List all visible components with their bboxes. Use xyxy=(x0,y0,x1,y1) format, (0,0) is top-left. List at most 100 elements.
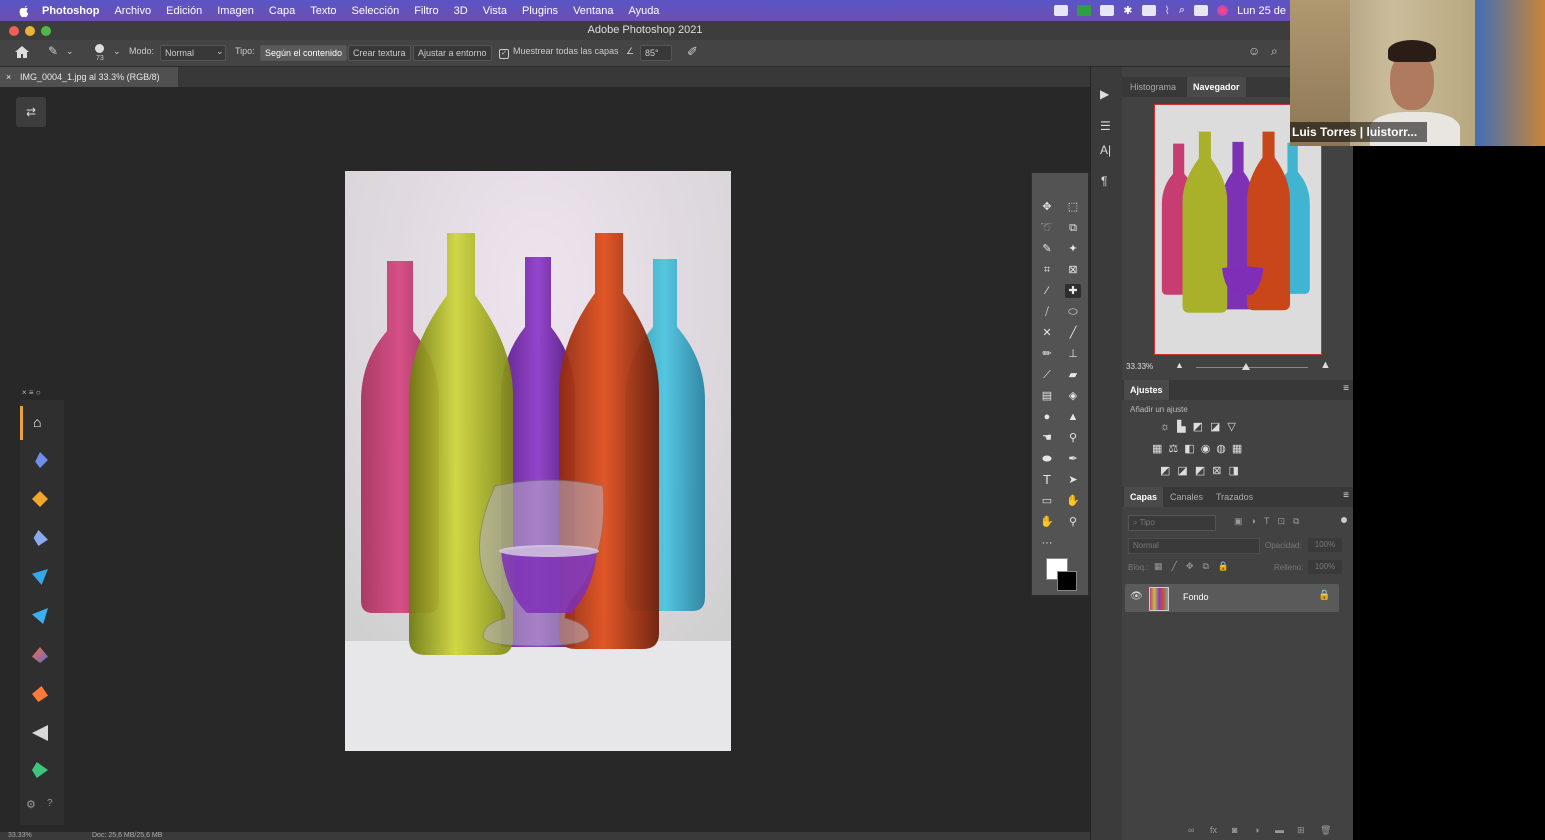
siri-icon[interactable] xyxy=(1217,5,1229,16)
close-window-button[interactable] xyxy=(9,26,19,36)
brush-tool-icon[interactable]: ╱ xyxy=(1065,326,1081,340)
plugin-tool-white-icon[interactable] xyxy=(32,725,48,741)
navigator-zoom-slider[interactable] xyxy=(1196,367,1308,368)
content-aware-move-icon[interactable]: ✕ xyxy=(1039,326,1055,340)
sharpen-tool-icon[interactable]: ▲ xyxy=(1065,410,1081,424)
plugin-tool-gradient-icon[interactable] xyxy=(32,647,48,663)
layers-menu-icon[interactable]: ≡ xyxy=(1343,490,1349,501)
paragraph-icon[interactable]: ¶ xyxy=(1101,174,1107,188)
fx-icon[interactable]: fx xyxy=(1210,825,1217,835)
plugin-gear-icon[interactable]: ⚙ xyxy=(26,798,36,811)
filter-toggle-icon[interactable] xyxy=(1341,517,1347,523)
plugin-tool-lightblue-icon[interactable] xyxy=(33,530,48,546)
adjustments-menu-icon[interactable]: ≡ xyxy=(1343,383,1349,394)
healing-brush-tool-icon[interactable]: ✚ xyxy=(1065,284,1081,298)
background-color-swatch[interactable] xyxy=(1057,571,1077,591)
lock-transparent-icon[interactable]: ▦ xyxy=(1154,561,1172,571)
add-mask-icon[interactable]: ◙ xyxy=(1232,825,1237,835)
delete-layer-icon[interactable]: 🗑 xyxy=(1320,825,1331,836)
home-icon[interactable] xyxy=(14,45,30,59)
tab-channels[interactable]: Canales xyxy=(1164,487,1209,507)
type-create-texture-button[interactable]: Crear textura xyxy=(348,45,411,61)
menu-ayuda[interactable]: Ayuda xyxy=(628,5,659,17)
smart-filter-icon[interactable]: ⧉ xyxy=(1293,516,1307,526)
magic-wand-tool-icon[interactable]: ✦ xyxy=(1065,242,1081,256)
visibility-eye-icon[interactable]: 👁 xyxy=(1130,591,1143,602)
smudge-tool-icon[interactable]: ☚ xyxy=(1039,431,1055,445)
brush-picker-chevron-icon[interactable]: ⌄ xyxy=(113,46,121,57)
type-content-aware-button[interactable]: Según el contenido xyxy=(260,45,348,61)
shape-filter-icon[interactable]: ⊡ xyxy=(1277,516,1293,526)
search-icon[interactable]: ⌕ xyxy=(1271,44,1278,59)
clone-stamp-tool-icon[interactable]: ⊥ xyxy=(1065,347,1081,361)
menu-app-name[interactable]: Photoshop xyxy=(42,5,99,17)
document-tab[interactable]: × IMG_0004_1.jpg al 33.3% (RGB/8) xyxy=(0,67,178,87)
new-layer-icon[interactable]: ⊞ xyxy=(1297,825,1305,836)
share-user-icon[interactable]: ☺ xyxy=(1248,44,1260,58)
crop-tool-icon[interactable]: ⌗ xyxy=(1039,263,1055,277)
layer-filter-search[interactable]: ⌕ Tipo xyxy=(1128,515,1216,531)
patch-tool-icon[interactable]: ⬭ xyxy=(1065,305,1081,319)
more-tools-icon[interactable]: ··· xyxy=(1039,536,1055,550)
exposure-icon[interactable]: ◪ xyxy=(1210,421,1227,433)
adjustment-filter-icon[interactable]: ◑ xyxy=(1251,516,1264,526)
tool-preset-chevron-icon[interactable]: ⌄ xyxy=(66,46,74,57)
blend-mode-select[interactable]: Normal xyxy=(1128,538,1260,554)
zoom-out-icon[interactable]: ▲ xyxy=(1175,360,1184,370)
photo-filter-icon[interactable]: ◉ xyxy=(1201,443,1217,455)
history-brush-tool-icon[interactable]: ⟋ xyxy=(1039,368,1055,382)
apple-icon[interactable] xyxy=(16,4,32,18)
levels-icon[interactable]: ▙ xyxy=(1177,421,1192,433)
blur-tool-icon[interactable]: ● xyxy=(1039,410,1055,424)
menu-imagen[interactable]: Imagen xyxy=(217,5,254,17)
clock[interactable]: Lun 25 de xyxy=(1237,5,1286,17)
fill-field[interactable]: 100% xyxy=(1308,560,1342,574)
properties-icon[interactable]: ☰ xyxy=(1100,119,1111,133)
menu-texto[interactable]: Texto xyxy=(310,5,336,17)
plugin-tool-sky-icon[interactable] xyxy=(32,608,48,624)
plugin-help-icon[interactable]: ? xyxy=(47,798,53,809)
vibrance-icon[interactable]: ▽ xyxy=(1227,421,1242,433)
menu-3d[interactable]: 3D xyxy=(454,5,468,17)
eyedropper-tool-icon[interactable]: ⁄ xyxy=(1039,284,1055,298)
character-icon[interactable]: A| xyxy=(1100,143,1111,157)
pressure-size-icon[interactable]: ✐ xyxy=(687,44,698,60)
zoom-tool-icon[interactable]: ⚲ xyxy=(1065,515,1081,529)
zoom-in-icon[interactable]: ▲ xyxy=(1320,359,1331,371)
hand-tool-icon[interactable]: ✋ xyxy=(1065,494,1081,508)
screen-icon[interactable] xyxy=(1054,5,1069,16)
quick-select-tool-icon[interactable]: ✎ xyxy=(1039,242,1055,256)
plugin-settings-icon[interactable]: ○ xyxy=(36,388,41,397)
menu-vista[interactable]: Vista xyxy=(483,5,507,17)
pixel-filter-icon[interactable]: ▣ xyxy=(1234,516,1251,526)
frame-tool-icon[interactable]: ⊠ xyxy=(1065,263,1081,277)
tab-histogram[interactable]: Histograma xyxy=(1124,77,1182,97)
new-group-icon[interactable]: ▬ xyxy=(1275,825,1284,835)
threshold-icon[interactable]: ◩ xyxy=(1195,465,1212,477)
tab-adjustments[interactable]: Ajustes xyxy=(1124,380,1169,400)
link-layers-icon[interactable]: ∞ xyxy=(1188,825,1194,835)
rectangle-tool-icon[interactable]: ▭ xyxy=(1039,494,1055,508)
type-tool-icon[interactable]: T xyxy=(1039,473,1055,487)
path-select-tool-icon[interactable]: ➤ xyxy=(1065,473,1081,487)
tab-paths[interactable]: Trazados xyxy=(1210,487,1259,507)
lock-artboard-icon[interactable]: ⧉ xyxy=(1202,561,1217,571)
menu-ventana[interactable]: Ventana xyxy=(573,5,613,17)
dodge-tool-icon[interactable]: ⚲ xyxy=(1065,431,1081,445)
menu-plugins[interactable]: Plugins xyxy=(522,5,558,17)
close-tab-icon[interactable]: × xyxy=(6,67,11,87)
plugin-menu-icon[interactable]: ≡ xyxy=(29,388,34,397)
color-balance-icon[interactable]: ⚖ xyxy=(1168,443,1184,455)
gradient-tool-icon[interactable]: ▤ xyxy=(1039,389,1055,403)
black-white-icon[interactable]: ◧ xyxy=(1184,443,1200,455)
layer-lock-icon[interactable]: 🔒 xyxy=(1318,590,1330,601)
tab-layers[interactable]: Capas xyxy=(1124,487,1164,507)
lasso-tool-icon[interactable]: ➰ xyxy=(1039,221,1055,235)
object-select-tool-icon[interactable]: ⧉ xyxy=(1065,221,1081,235)
document-image[interactable] xyxy=(345,171,731,751)
selective-color-icon[interactable]: ⊠ xyxy=(1212,465,1228,477)
plugin-toggle-icon[interactable]: ⇄ xyxy=(16,97,46,127)
plugin-tool-blue-icon[interactable] xyxy=(35,452,48,468)
pencil-tool-icon[interactable]: ✏ xyxy=(1039,347,1055,361)
type-filter-icon[interactable]: T xyxy=(1264,516,1278,526)
